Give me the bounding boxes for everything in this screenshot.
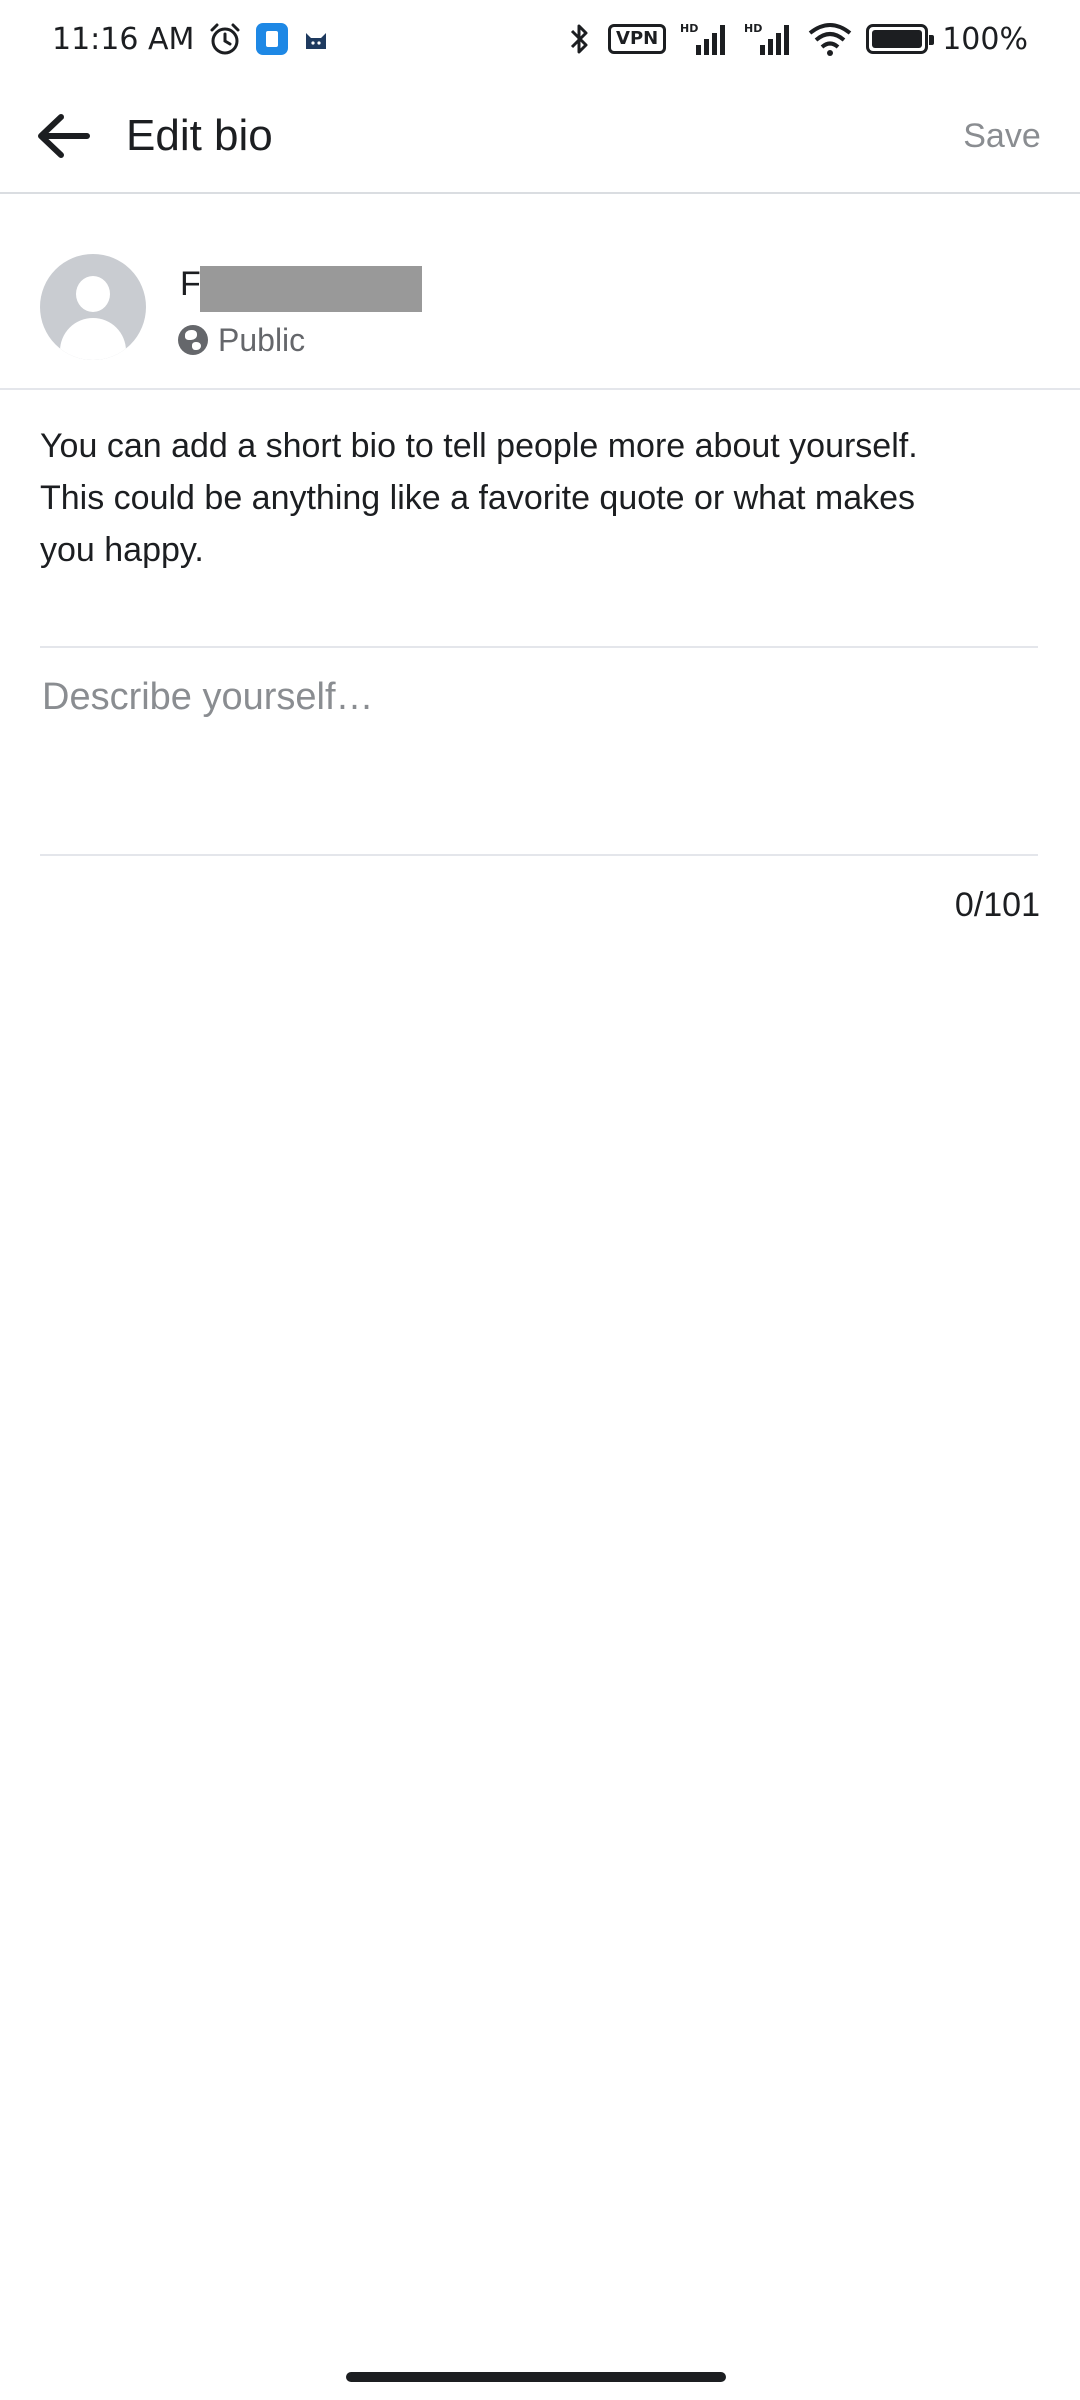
app-icon	[256, 23, 289, 55]
avatar[interactable]	[40, 254, 146, 360]
bio-help-line: you happy.	[40, 531, 204, 569]
globe-icon	[178, 325, 208, 355]
bluetooth-icon	[570, 24, 588, 54]
bio-help-text: You can add a short bio to tell people m…	[40, 420, 1040, 576]
alarm-icon	[210, 23, 240, 55]
bio-input-container	[40, 646, 1038, 856]
profile-name[interactable]: F	[180, 260, 201, 308]
profile-row: F Public	[0, 196, 1080, 390]
status-bar: 11:16 AM VPN HD HD 100%	[0, 0, 1080, 78]
status-right: VPN HD HD 100%	[564, 21, 1028, 57]
page-title: Edit bio	[126, 111, 273, 160]
signal-icon: HD	[680, 22, 726, 55]
wifi-icon	[808, 23, 852, 56]
network-label-2: HD	[744, 22, 762, 35]
bio-input[interactable]	[40, 648, 1038, 854]
privacy-selector[interactable]: Public	[178, 318, 305, 362]
status-time: 11:16 AM	[52, 21, 195, 57]
back-button[interactable]	[0, 78, 126, 194]
save-button[interactable]: Save	[924, 78, 1080, 194]
bio-help-line: You can add a short bio to tell people m…	[40, 427, 918, 465]
network-label-1: HD	[680, 22, 698, 35]
arrow-left-icon	[38, 114, 90, 158]
avatar-body	[60, 318, 126, 360]
home-indicator[interactable]	[346, 2372, 726, 2382]
avatar-head	[76, 276, 110, 312]
vpn-icon: VPN	[608, 24, 667, 54]
battery-text: 100%	[942, 21, 1028, 57]
battery-icon	[866, 24, 935, 54]
name-redaction	[200, 266, 422, 312]
privacy-label[interactable]: Public	[218, 322, 305, 359]
signal-icon-2: HD	[744, 22, 790, 55]
edit-bio-screen: 11:16 AM VPN HD HD 100% Edit bio Save F …	[0, 0, 1080, 2400]
character-counter: 0/101	[954, 886, 1040, 924]
status-left: 11:16 AM	[52, 22, 330, 57]
cat-icon	[306, 33, 327, 49]
bio-help-line: This could be anything like a favorite q…	[40, 479, 916, 517]
app-header: Edit bio Save	[0, 78, 1080, 194]
